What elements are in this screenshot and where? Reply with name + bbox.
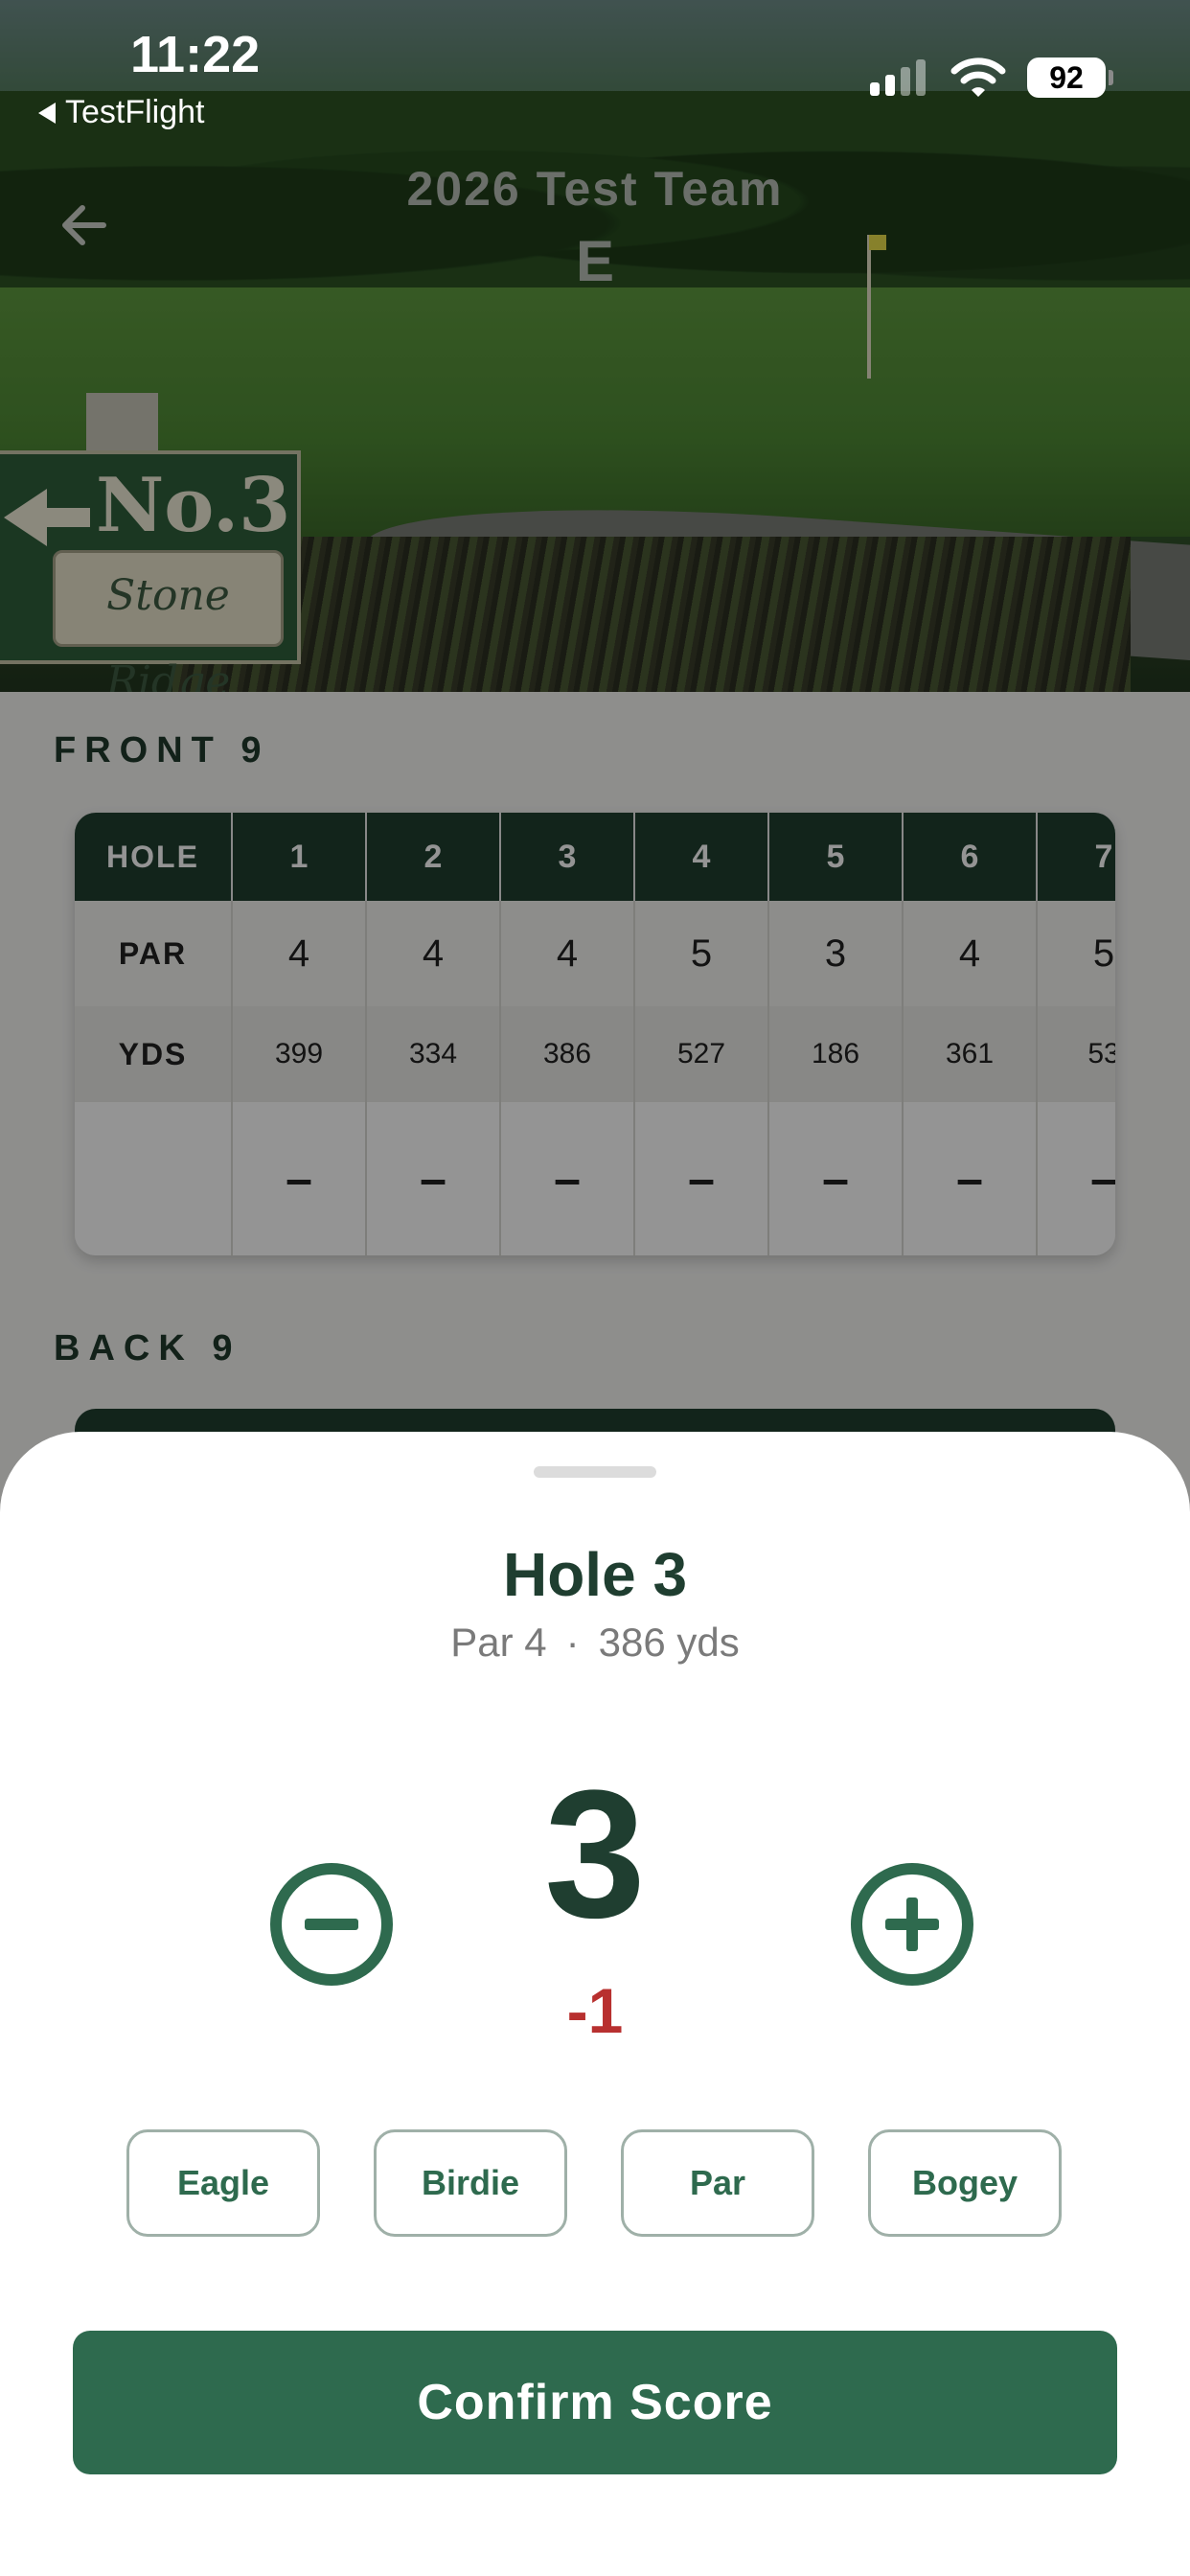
sheet-par: Par 4 [450, 1620, 547, 1665]
sheet-yards: 386 yds [598, 1620, 740, 1665]
sheet-hole-info: Par 4 · 386 yds [0, 1620, 1190, 1666]
sheet-grabber[interactable] [534, 1466, 656, 1478]
status-back-label: TestFlight [65, 94, 205, 130]
increment-score-button[interactable] [851, 1863, 973, 1986]
bogey-button[interactable]: Bogey [868, 2129, 1062, 2237]
sheet-separator: · [565, 1620, 580, 1665]
eagle-button[interactable]: Eagle [126, 2129, 320, 2237]
score-value: 3 [544, 1753, 646, 1956]
wifi-icon [950, 58, 1006, 97]
par-button[interactable]: Par [621, 2129, 814, 2237]
confirm-score-button[interactable]: Confirm Score [73, 2331, 1117, 2474]
battery-indicator: 92 [1027, 58, 1113, 98]
sheet-hole-title: Hole 3 [502, 1540, 688, 1609]
score-to-par: -1 [566, 1975, 624, 2046]
status-back-to-app[interactable]: TestFlight [38, 94, 205, 131]
status-time: 11:22 [130, 26, 261, 83]
cellular-signal-icon [870, 59, 926, 96]
score-entry-sheet: Hole 3 Par 4 · 386 yds 3 -1 Eagle Birdie P… [0, 1432, 1190, 2576]
birdie-button[interactable]: Birdie [374, 2129, 567, 2237]
back-triangle-icon [38, 102, 56, 124]
quick-score-buttons: Eagle Birdie Par Bogey [126, 2129, 1062, 2237]
